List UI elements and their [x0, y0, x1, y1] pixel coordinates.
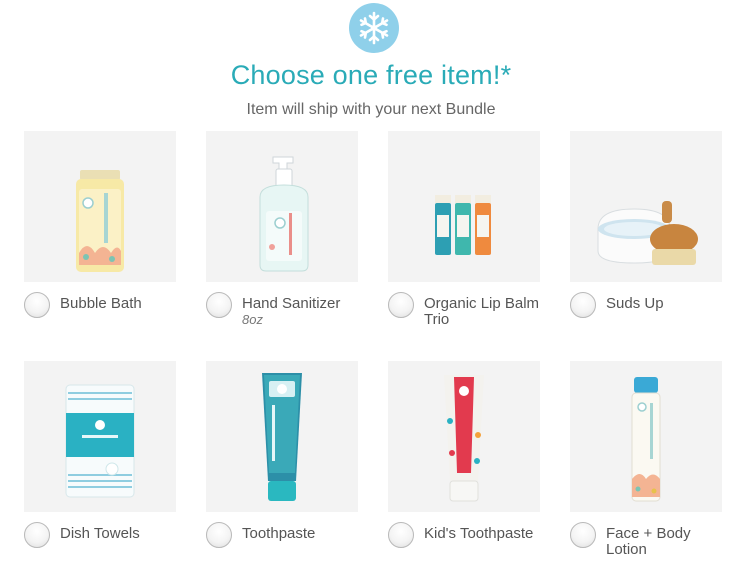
suds-up-image: [570, 131, 722, 282]
item-name-dish-towels: Dish Towels: [60, 525, 140, 542]
item-size-hand-sanitizer: 8oz: [242, 312, 263, 327]
free-item-grid: Bubble Bath Hand Sanitizer 8oz Organic L…: [24, 131, 724, 565]
promo-header: Choose one free item!* Item will ship wi…: [0, 0, 742, 130]
radio-kids-toothpaste[interactable]: [388, 522, 414, 548]
item-name-bubble-bath: Bubble Bath: [60, 295, 142, 312]
radio-suds-up[interactable]: [570, 292, 596, 318]
page-subtitle: Item will ship with your next Bundle: [246, 101, 496, 118]
radio-dish-towels[interactable]: [24, 522, 50, 548]
hand-sanitizer-image: [206, 131, 358, 282]
bubble-bath-image: [24, 131, 176, 282]
radio-toothpaste[interactable]: [206, 522, 232, 548]
face-body-lotion-image: [570, 361, 722, 512]
item-name-organic-lip-balm-trio: Organic Lip Balm Trio: [424, 295, 540, 328]
item-name-kids-toothpaste: Kid's Toothpaste: [424, 525, 534, 542]
radio-hand-sanitizer[interactable]: [206, 292, 232, 318]
snowflake-icon: [349, 3, 399, 53]
kids-toothpaste-image: [388, 361, 540, 512]
radio-organic-lip-balm-trio[interactable]: [388, 292, 414, 318]
page-title: Choose one free item!*: [230, 60, 512, 90]
item-name-suds-up: Suds Up: [606, 295, 664, 312]
item-name-face-body-lotion: Face + Body Lotion: [606, 525, 691, 558]
radio-bubble-bath[interactable]: [24, 292, 50, 318]
item-name-toothpaste: Toothpaste: [242, 525, 316, 542]
toothpaste-image: [206, 361, 358, 512]
dish-towels-image: [24, 361, 176, 512]
radio-face-body-lotion[interactable]: [570, 522, 596, 548]
item-name-hand-sanitizer: Hand Sanitizer: [242, 295, 341, 312]
lip-balm-trio-image: [388, 131, 540, 282]
